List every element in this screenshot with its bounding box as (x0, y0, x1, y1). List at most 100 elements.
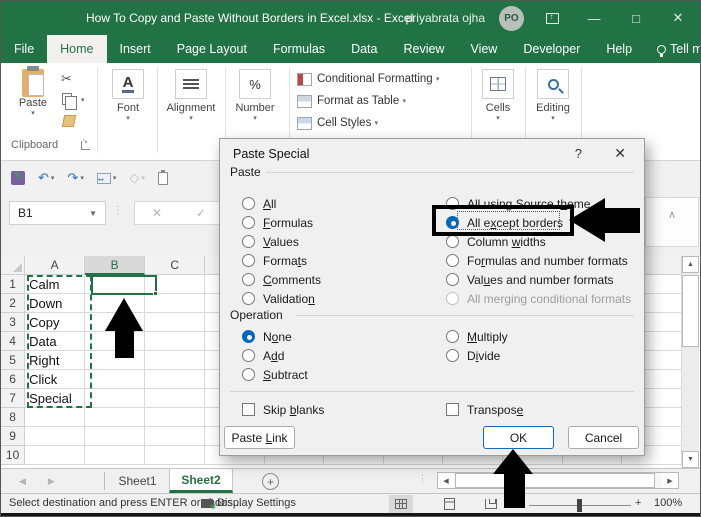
tell-me-box[interactable]: Tell me (645, 35, 700, 63)
tab-file[interactable]: File (1, 35, 47, 63)
scroll-right-icon[interactable]: ▶ (662, 473, 678, 488)
row-header[interactable]: 9 (1, 427, 26, 446)
clipboard-dialog-launcher-icon[interactable] (81, 137, 90, 150)
cell[interactable] (145, 294, 205, 313)
radio-none[interactable]: None (242, 327, 292, 346)
row-header[interactable]: 10 (1, 446, 26, 465)
cells-group-button[interactable]: Cells ▾ (476, 69, 520, 122)
cell[interactable] (25, 427, 85, 446)
account-name[interactable]: priyabrata ojha (406, 11, 485, 25)
paste-link-button[interactable]: Paste Link (224, 426, 295, 449)
row-header[interactable]: 8 (1, 408, 26, 427)
new-sheet-button[interactable]: + (262, 473, 279, 490)
cell[interactable]: Click (25, 370, 85, 389)
name-box[interactable]: B1 ▼ (9, 201, 106, 225)
cell[interactable] (84, 408, 146, 427)
cell[interactable] (145, 313, 205, 332)
maximize-button[interactable]: □ (622, 6, 650, 30)
vertical-scroll-thumb[interactable] (682, 275, 699, 347)
number-group-button[interactable]: % Number ▾ (229, 69, 281, 122)
radio-all[interactable]: All (242, 194, 276, 213)
formula-bar-expand-button[interactable]: ∧ (645, 197, 699, 247)
dialog-help-button[interactable]: ? (575, 146, 582, 161)
vertical-scrollbar[interactable]: ▲ ▼ (682, 256, 699, 468)
radio-divide[interactable]: Divide (446, 346, 500, 365)
cell[interactable] (145, 332, 205, 351)
tab-insert[interactable]: Insert (107, 35, 164, 63)
tab-developer[interactable]: Developer (510, 35, 593, 63)
copy-dropdown-chevron-icon[interactable]: ▾ (81, 96, 85, 104)
cell[interactable] (84, 427, 146, 446)
row-header[interactable]: 5 (1, 351, 26, 370)
editing-group-button[interactable]: Editing ▾ (528, 69, 578, 122)
tab-review[interactable]: Review (390, 35, 457, 63)
avatar[interactable]: PO (499, 5, 524, 31)
tab-formulas[interactable]: Formulas (260, 35, 338, 63)
formula-cancel-button[interactable]: ✕ (152, 206, 162, 220)
row-header[interactable]: 7 (1, 389, 26, 408)
undo-button[interactable]: ↶ ▾ (38, 170, 54, 186)
cell-styles-button[interactable]: Cell Styles ▾ (297, 112, 439, 134)
cell[interactable]: Right (25, 351, 85, 370)
cell[interactable] (84, 370, 146, 389)
tab-help[interactable]: Help (593, 35, 645, 63)
copy-icon[interactable] (62, 93, 77, 110)
cell[interactable] (145, 408, 205, 427)
cell[interactable]: Data (25, 332, 85, 351)
cell[interactable] (145, 446, 205, 465)
scroll-down-icon[interactable]: ▼ (682, 451, 699, 468)
radio-multiply[interactable]: Multiply (446, 327, 508, 346)
ribbon-display-options-button[interactable] (538, 6, 566, 30)
minimize-button[interactable]: — (580, 6, 608, 30)
fill-handle[interactable] (153, 291, 158, 296)
zoom-slider-thumb[interactable] (577, 499, 582, 512)
formula-enter-button[interactable]: ✓ (196, 206, 206, 220)
sheet-tab-sheet2[interactable]: Sheet2 (169, 469, 233, 493)
radio-comments[interactable]: Comments (242, 270, 321, 289)
row-header[interactable]: 3 (1, 313, 26, 332)
tab-data[interactable]: Data (338, 35, 390, 63)
cell[interactable] (25, 408, 85, 427)
sheet-nav-right-icon[interactable]: ▶ (48, 476, 55, 487)
display-settings-button[interactable]: Display Settings (201, 497, 296, 511)
radio-values-and-number-formats[interactable]: Values and number formats (446, 270, 614, 289)
radio-subtract[interactable]: Subtract (242, 365, 308, 384)
cell[interactable] (145, 370, 205, 389)
format-painter-icon[interactable] (61, 115, 77, 127)
radio-formulas-and-number-formats[interactable]: Formulas and number formats (446, 251, 628, 270)
scrollbar-resize-dots[interactable]: ⋮ (418, 473, 427, 484)
paste-dropdown-chevron-icon[interactable]: ▾ (11, 109, 55, 117)
cell[interactable] (84, 446, 146, 465)
conditional-formatting-button[interactable]: Conditional Formatting ▾ (297, 68, 439, 90)
tab-view[interactable]: View (457, 35, 510, 63)
column-header[interactable]: B (84, 256, 146, 275)
sheet-tab-sheet1[interactable]: Sheet1 (106, 469, 169, 493)
cell[interactable] (84, 389, 146, 408)
normal-view-button[interactable] (389, 495, 413, 513)
row-header[interactable]: 2 (1, 294, 26, 313)
cell[interactable]: Down (25, 294, 85, 313)
radio-add[interactable]: Add (242, 346, 284, 365)
scroll-left-icon[interactable]: ◀ (438, 473, 454, 488)
row-header[interactable]: 1 (1, 275, 26, 294)
zoom-level[interactable]: 100% (654, 497, 682, 509)
save-button[interactable] (11, 170, 25, 185)
zoom-in-button[interactable]: + (635, 497, 641, 509)
radio-formats[interactable]: Formats (242, 251, 307, 270)
tab-page-layout[interactable]: Page Layout (164, 35, 260, 63)
row-header[interactable]: 6 (1, 370, 26, 389)
checkbox-skip-blanks[interactable]: Skip blanks (242, 400, 324, 419)
cell[interactable] (145, 427, 205, 446)
font-group-button[interactable]: A Font ▾ (103, 69, 153, 122)
tab-home[interactable]: Home (47, 35, 107, 63)
close-button[interactable]: ✕ (664, 6, 692, 30)
alignment-group-button[interactable]: Alignment ▾ (160, 69, 222, 122)
paste-button[interactable]: Paste ▾ (11, 66, 55, 117)
radio-values[interactable]: Values (242, 232, 299, 251)
cell[interactable] (25, 446, 85, 465)
redo-chevron-icon[interactable]: ▾ (80, 174, 84, 182)
radio-formulas[interactable]: Formulas (242, 213, 313, 232)
cell[interactable] (145, 389, 205, 408)
horizontal-scroll-thumb[interactable] (455, 473, 655, 488)
clipboard-qat-button[interactable] (157, 169, 168, 185)
